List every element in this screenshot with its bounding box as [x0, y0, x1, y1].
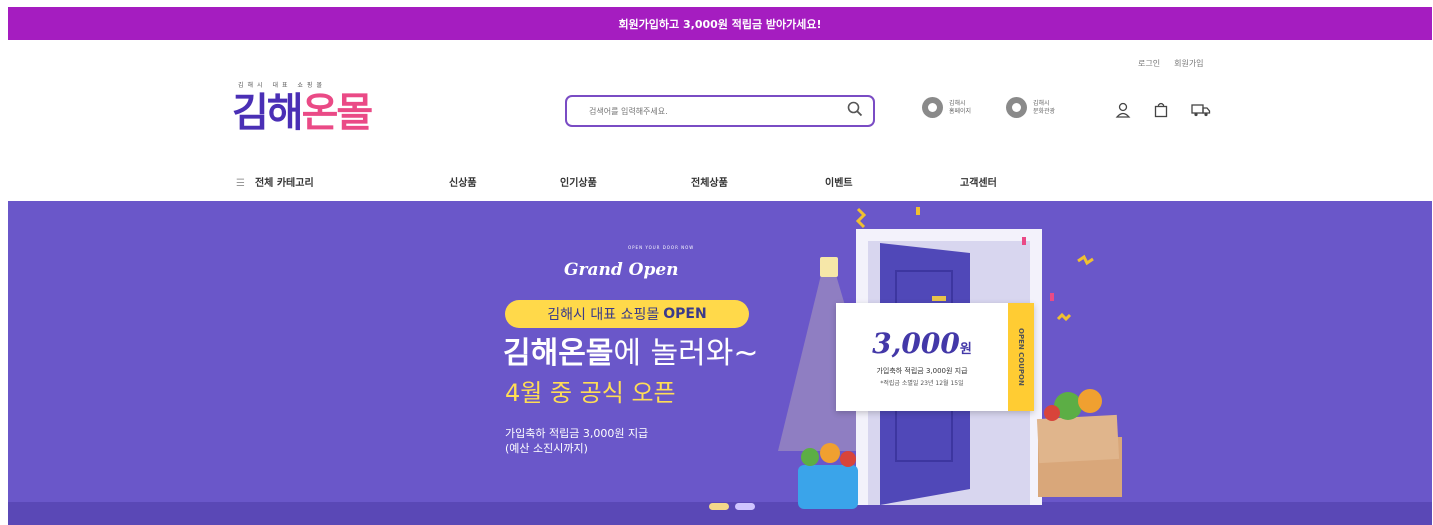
site-logo[interactable]: 김해온몰 — [232, 88, 374, 138]
ext-link-label: 문화관광 — [1033, 107, 1056, 115]
ext-link-label: 김해시 — [1033, 99, 1050, 107]
hero-illustration — [778, 207, 1122, 509]
all-categories-menu[interactable]: ☰ 전체 카테고리 — [236, 174, 314, 189]
utility-links: 로그인 회원가입 — [1138, 58, 1204, 69]
promo-banner[interactable]: 회원가입하고 3,000원 적립금 받아가세요! — [8, 7, 1432, 40]
homepage-icon — [922, 97, 943, 118]
search-box — [565, 95, 875, 127]
basket-icon — [798, 465, 858, 509]
ext-link-tourism[interactable]: 김해시 문화관광 — [1006, 97, 1055, 118]
carousel-dots — [709, 503, 755, 510]
coupon-card: 3,000원 가입축하 적립금 3,000원 지급 *적립금 소멸일 23년 1… — [836, 303, 1034, 411]
shopping-bag-icon[interactable] — [1153, 102, 1169, 122]
logo-text-b: 온몰 — [301, 90, 374, 136]
hero-banner[interactable]: OPEN YOUR DOOR NOW Grand Open 김해시 대표 쇼핑몰… — [8, 201, 1432, 525]
nav-item-event[interactable]: 이벤트 — [825, 174, 853, 189]
hamburger-icon: ☰ — [236, 178, 245, 189]
all-categories-label: 전체 카테고리 — [254, 178, 314, 189]
delivery-truck-icon[interactable] — [1191, 102, 1211, 122]
coupon-line2: *적립금 소멸일 23년 12월 15일 — [880, 380, 964, 387]
signup-link[interactable]: 회원가입 — [1174, 58, 1203, 69]
nav-item-new[interactable]: 신상품 — [449, 174, 477, 189]
nav-item-customer-center[interactable]: 고객센터 — [960, 174, 997, 189]
ext-link-label: 김해시 — [949, 99, 966, 107]
logo-text-a: 김해 — [232, 90, 304, 136]
coupon-amount: 3,000원 — [872, 327, 972, 360]
user-icons — [1115, 102, 1211, 122]
carousel-dot[interactable] — [735, 503, 755, 510]
login-link[interactable]: 로그인 — [1138, 58, 1160, 69]
search-input[interactable] — [587, 105, 847, 117]
nav-item-all-products[interactable]: 전체상품 — [691, 174, 728, 189]
coupon-side-label: OPEN COUPON — [1017, 328, 1025, 386]
main-nav: ☰ 전체 카테고리 신상품 인기상품 전체상품 이벤트 고객센터 — [0, 174, 1433, 190]
lamp-icon — [820, 257, 838, 277]
tourism-icon — [1006, 97, 1027, 118]
ext-link-homepage[interactable]: 김해시 홈페이지 — [922, 97, 971, 118]
coupon-line1: 가입축하 적립금 3,000원 지급 — [876, 367, 968, 375]
ext-link-label: 홈페이지 — [949, 107, 972, 115]
carousel-dot-active[interactable] — [709, 503, 729, 510]
nav-item-popular[interactable]: 인기상품 — [560, 174, 597, 189]
user-icon[interactable] — [1115, 102, 1131, 122]
coupon-amount-value: 3,000 — [872, 327, 960, 360]
coupon-side: OPEN COUPON — [1008, 303, 1034, 411]
search-icon[interactable] — [847, 101, 863, 121]
promo-text: 회원가입하고 3,000원 적립금 받아가세요! — [618, 17, 822, 31]
coupon-amount-unit: 원 — [959, 342, 972, 357]
